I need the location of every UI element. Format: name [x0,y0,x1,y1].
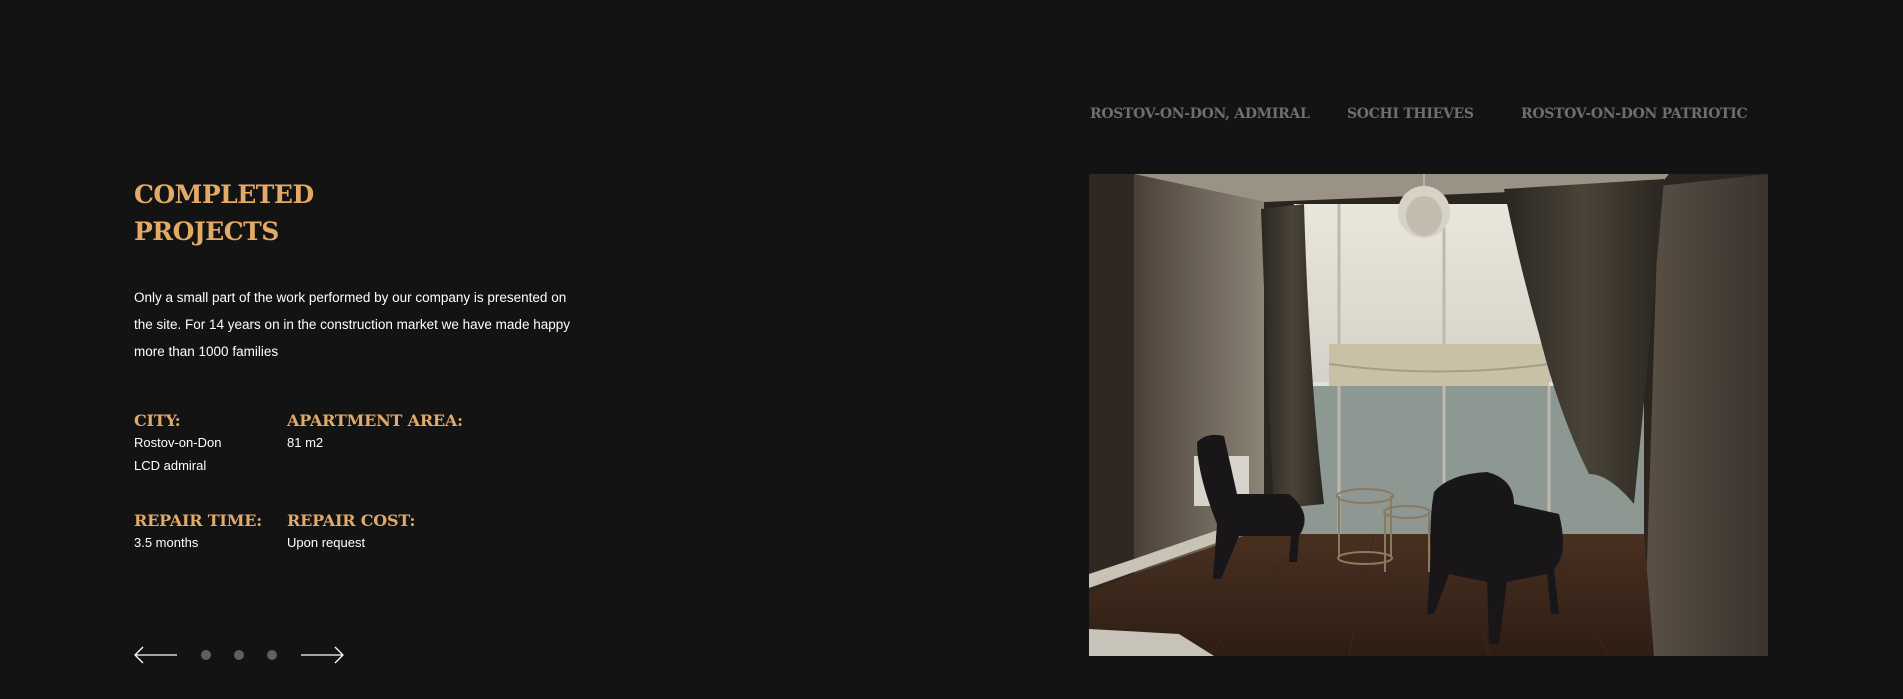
section-title-line-1: COMPLETED [134,180,314,209]
tab-sochi-thieves[interactable]: SOCHI THIEVES [1347,104,1474,124]
arrow-left-icon [134,646,177,664]
slider-dot-1[interactable] [201,650,211,660]
tab-rostov-patriotic[interactable]: ROSTOV-ON-DON PATRIOTIC [1521,104,1748,124]
spec-repair-cost: REPAIR COST: Upon request [287,511,415,554]
completed-projects-section: COMPLETED PROJECTS Only a small part of … [0,0,1903,699]
spec-time-label: REPAIR TIME: [134,511,262,530]
next-slide-button[interactable] [300,644,344,666]
slider-dot-2[interactable] [234,650,244,660]
spec-cost-label: REPAIR COST: [287,511,416,530]
spec-city-value-1: Rostov-on-Don [134,435,222,450]
slider-dot-3[interactable] [267,650,277,660]
section-description: Only a small part of the work performed … [134,290,570,359]
interior-illustration [1089,174,1768,656]
spec-city: CITY: Rostov-on-Don LCD admiral [134,411,221,477]
apartment-interior-photo [1089,174,1768,656]
spec-area-value: 81 m2 [287,435,324,450]
prev-slide-button[interactable] [134,644,178,666]
tab-rostov-admiral[interactable]: ROSTOV-ON-DON, ADMIRAL [1090,104,1310,124]
section-title: COMPLETED PROJECTS [134,176,314,250]
spec-apartment-area: APARTMENT AREA: 81 m2 [287,411,463,454]
slider-controls [134,644,354,666]
spec-repair-time: REPAIR TIME: 3.5 months [134,511,262,554]
spec-time-value: 3.5 months [134,535,199,550]
section-title-line-2: PROJECTS [134,217,279,246]
arrow-right-icon [301,646,344,664]
spec-city-value-2: LCD admiral [134,458,207,473]
spec-area-label: APARTMENT AREA: [287,411,463,430]
spec-cost-value: Upon request [287,535,366,550]
spec-city-label: CITY: [134,411,181,430]
